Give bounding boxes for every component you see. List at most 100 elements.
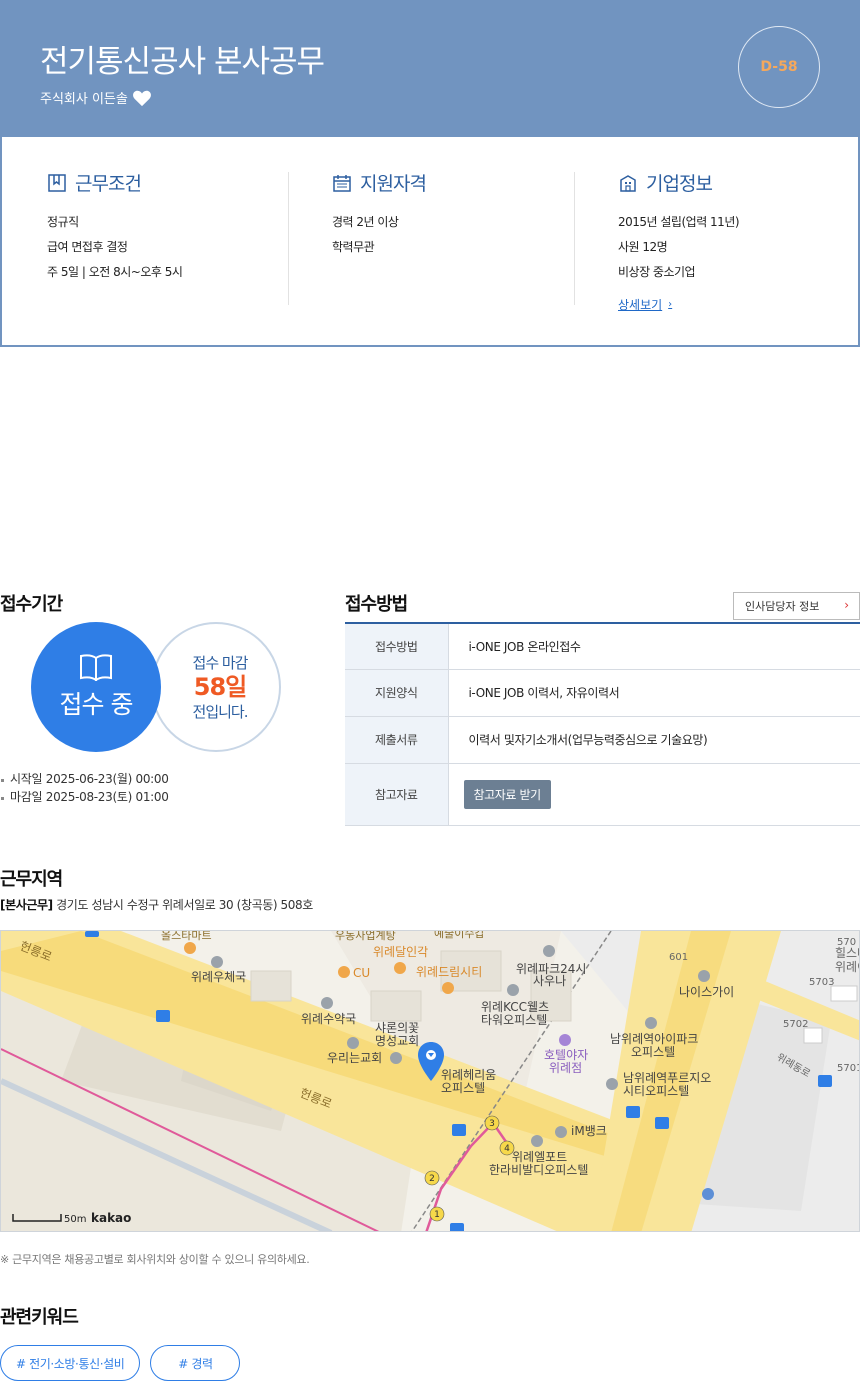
table-row: 제출서류 이력서 및자기소개서(업무능력중심으로 기술요망) [345,716,860,764]
svg-text:3: 3 [489,1119,495,1129]
map-label: 위례달인각 [373,945,428,959]
map-label: 위례드림시티 [416,965,482,979]
table-row: 지원양식 i-ONE JOB 이력서, 자유이력서 [345,669,860,717]
row-value: 이력서 및자기소개서(업무능력중심으로 기술요망) [448,716,860,764]
work-conditions-title: 근무조건 [75,173,142,195]
map-label: CU [353,966,370,980]
job-summary-box: 근무조건 정규직 급여 면접후 결정 주 5일 | 오전 8시~오후 5시 지원… [0,137,860,347]
map-label: 나이스가이 [679,985,734,999]
column-divider [574,172,575,305]
map-label: 5703 [809,977,834,988]
map-label: 601 [669,952,688,963]
map-label: iM뱅크 [571,1124,607,1138]
period-dates: 시작일 2025-06-23(월) 00:00 마감일 2025-08-23(토… [1,770,169,806]
address-text: 경기도 성남시 수정구 위례서일로 30 (창곡동) 508호 [56,898,313,912]
map-label: 5701 [837,1063,860,1074]
hr-contact-label: 인사담당자 정보 [745,600,820,613]
chevron-right-icon: › [668,299,673,310]
job-header: 전기통신공사 본사공무 주식회사 이든솔 D-58 [0,0,860,137]
map-label: 사우나 [533,974,566,988]
map-label: 위례점 [549,1061,582,1075]
row-value: i-ONE JOB 이력서, 자유이력서 [448,669,860,717]
map-label: 한라비발디오피스텔 [489,1163,588,1177]
map-label: 남위례역아이파크 [610,1032,698,1046]
education-requirement: 학력무관 [332,240,375,254]
founded-year: 2015년 설립(업력 11년) [618,215,740,229]
map-label: 5702 [783,1019,808,1030]
work-conditions-column: 근무조건 정규직 급여 면접후 결정 주 5일 | 오전 8시~오후 5시 [47,169,287,285]
status-circle: 접수 중 [31,622,161,752]
map-label: 올스타마트 [161,931,212,942]
map-label: 위례헤리움 [441,1068,496,1082]
row-value: 참고자료 받기 [448,763,860,826]
location-map[interactable]: 위례우체국 위례수약국 샤론의꽃 명성교회 우리는교회 위례파크24시 사우나 … [0,930,860,1232]
company-name[interactable]: 주식회사 이든솔 [40,88,128,107]
map-label: 호텔야자 [544,1048,588,1062]
heart-icon[interactable] [132,89,152,107]
open-book-icon [80,654,112,681]
map-label: 명성교회 [375,1034,419,1048]
application-status: 접수 중 [59,690,134,719]
work-address: [본사근무] 경기도 성남시 수정구 위례서일로 30 (창곡동) 508호 [0,896,313,913]
keywords-section-title: 관련키워드 [0,1307,79,1328]
company-detail-label: 상세보기 [618,298,663,312]
row-value: i-ONE JOB 온라인접수 [448,623,860,670]
keyword-tag[interactable]: # 경력 [150,1345,241,1381]
end-date: 마감일 2025-08-23(토) 01:00 [1,790,169,804]
map-label: 샤론의꽃 [375,1021,419,1035]
map-label: 타워오피스텔 [481,1013,547,1027]
map-label: 우리는교회 [327,1051,382,1065]
table-row: 접수방법 i-ONE JOB 온라인접수 [345,623,860,670]
column-divider [288,172,289,305]
application-method-table: 접수방법 i-ONE JOB 온라인접수 지원양식 i-ONE JOB 이력서,… [345,622,860,826]
company-info-title: 기업정보 [646,173,713,195]
qualifications-title: 지원자격 [360,173,427,195]
map-label: 위례이 [835,960,860,974]
map-label: 오피스텔 [631,1045,675,1059]
job-title: 전기통신공사 본사공무 [40,44,325,80]
company-type: 비상장 중소기업 [618,265,696,279]
company-info-column: 기업정보 2015년 설립(업력 11년) 사원 12명 비상장 중소기업 상세… [618,169,858,313]
experience-requirement: 경력 2년 이상 [332,215,399,229]
map-label: 힐스테 [835,946,860,960]
map-label: 위례KCC웰츠 [481,1000,549,1014]
keyword-tag[interactable]: # 전기·소방·통신·설비 [0,1345,141,1381]
employment-type: 정규직 [47,215,79,229]
company-name-row: 주식회사 이든솔 [40,88,152,107]
svg-text:4: 4 [504,1144,510,1154]
map-label: 남위례역푸르지오 [623,1071,711,1085]
hr-contact-button[interactable]: 인사담당자 정보 › [733,592,860,620]
map-label: 오피스텔 [441,1081,485,1095]
company-detail-link[interactable]: 상세보기 › [618,296,672,313]
table-row: 참고자료 참고자료 받기 [345,763,860,826]
download-reference-button[interactable]: 참고자료 받기 [463,779,551,809]
bookmark-icon [48,173,66,192]
map-canvas: 위례우체국 위례수약국 샤론의꽃 명성교회 우리는교회 위례파크24시 사우나 … [1,931,860,1231]
map-label: 위례우체국 [191,970,246,984]
location-note: ※ 근무지역은 채용공고별로 회사위치와 상이할 수 있으니 유의하세요. [0,1253,310,1266]
building-icon [620,174,636,192]
start-date: 시작일 2025-06-23(월) 00:00 [1,772,169,786]
svg-text:1: 1 [434,1210,440,1220]
location-section-title: 근무지역 [0,869,63,890]
deadline-circle: 접수 마감 58일 전입니다. [151,622,281,752]
salary: 급여 면접후 결정 [47,240,128,254]
row-label: 지원양식 [345,669,449,717]
map-label: 예술이수갑 [434,931,485,940]
work-hours: 주 5일 | 오전 8시~오후 5시 [47,265,183,279]
employee-count: 사원 12명 [618,240,668,254]
calendar-icon [333,174,351,192]
row-label: 참고자료 [345,763,449,826]
row-label: 제출서류 [345,716,449,764]
map-label: 위례엘포트 [512,1150,567,1164]
map-label: 우동사업계탕 [335,931,396,942]
deadline-prefix: 접수 마감 [192,654,249,672]
days-remaining: 58일 [193,673,247,701]
period-section-title: 접수기간 [0,594,63,615]
dday-badge: D-58 [738,26,820,108]
deadline-suffix: 전입니다. [192,703,249,721]
map-brand-logo: kakao [91,1211,131,1225]
row-label: 접수방법 [345,623,449,670]
qualifications-column: 지원자격 경력 2년 이상 학력무관 [332,169,572,260]
svg-text:2: 2 [429,1174,435,1184]
